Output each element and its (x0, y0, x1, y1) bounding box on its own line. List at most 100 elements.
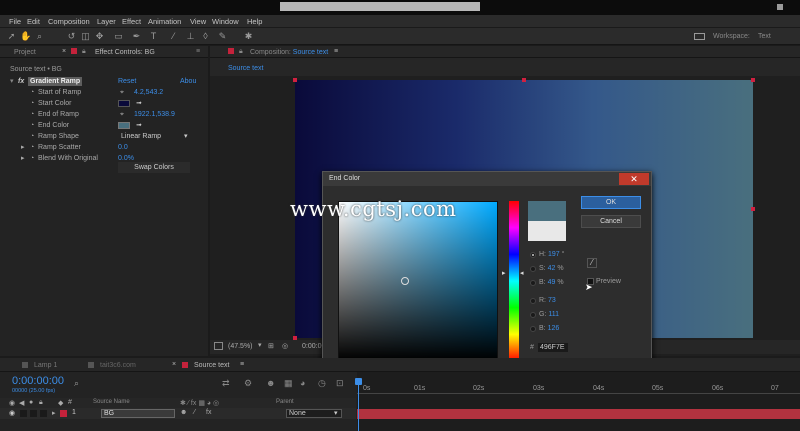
saturation-brightness-field[interactable] (338, 201, 498, 361)
tab-effect-controls[interactable]: Effect Controls: BG (95, 49, 155, 56)
layer-label-color[interactable] (60, 410, 67, 417)
cancel-button[interactable]: Cancel (581, 215, 641, 228)
radio-saturation[interactable] (530, 266, 536, 272)
solo-toggle[interactable] (30, 410, 37, 417)
draft-3d-icon[interactable]: ⚙ (244, 378, 252, 389)
expand-arrow-icon[interactable]: ▸ (52, 409, 56, 417)
hide-shy-layers-icon[interactable]: ☻ (266, 378, 275, 388)
graph-editor-icon[interactable]: ◷ (318, 378, 326, 389)
expand-arrow-icon[interactable]: ▸ (21, 153, 25, 164)
layer-handle[interactable] (522, 78, 526, 82)
radio-hue[interactable] (530, 252, 536, 258)
mask-visibility-icon[interactable]: ◎ (282, 342, 288, 350)
source-name-header[interactable]: Source Name (93, 399, 130, 405)
menu-help[interactable]: Help (247, 17, 262, 26)
workspace-value[interactable]: Text (758, 33, 771, 40)
panel-menu-icon[interactable]: ≡ (196, 48, 200, 55)
close-icon[interactable]: × (62, 48, 66, 55)
collapse-arrow-icon[interactable]: ▾ (10, 76, 14, 87)
layer-name[interactable]: BG (101, 409, 175, 418)
panel-menu-icon[interactable]: ≡ (240, 361, 244, 368)
menu-animation[interactable]: Animation (148, 17, 181, 26)
tab-secondary[interactable]: tait3c6.com (100, 362, 136, 369)
prop-value[interactable]: 0.0 (118, 142, 128, 153)
close-icon[interactable]: ✕ (619, 173, 649, 185)
roto-brush-tool-icon[interactable]: ✎ (217, 31, 228, 42)
ok-button[interactable]: OK (581, 196, 641, 209)
stopwatch-icon[interactable]: ◔ (30, 120, 34, 131)
radio-blue[interactable] (530, 326, 536, 332)
toggle-view-icon[interactable] (214, 342, 223, 350)
hue-slider-left-arrow-icon[interactable]: ▸ (502, 269, 506, 277)
eraser-tool-icon[interactable]: ◊ (200, 31, 211, 42)
quality-icon[interactable]: ⁄ (194, 409, 195, 416)
chevron-down-icon[interactable]: ▾ (184, 131, 188, 142)
layer-handle[interactable] (293, 78, 297, 82)
lock-toggle[interactable] (40, 410, 47, 417)
layer-handle[interactable] (751, 207, 755, 211)
effect-name[interactable]: Gradient Ramp (28, 77, 83, 86)
color-cursor[interactable] (401, 277, 409, 285)
brush-tool-icon[interactable]: ⁄ (168, 31, 179, 42)
hue-slider-right-arrow-icon[interactable]: ◂ (520, 269, 524, 277)
hue-slider[interactable] (509, 201, 519, 361)
layer-handle[interactable] (751, 78, 755, 82)
playhead-handle[interactable] (355, 378, 362, 385)
tab-project[interactable]: Project (14, 49, 36, 56)
clone-stamp-tool-icon[interactable]: ⊥ (185, 31, 196, 42)
reset-link[interactable]: Reset (118, 76, 136, 87)
close-icon[interactable]: × (172, 361, 176, 368)
eyedropper-icon[interactable]: ⁄ (587, 258, 597, 268)
crosshair-icon[interactable]: ⌖ (120, 109, 124, 120)
maximize-icon[interactable] (777, 4, 783, 10)
stopwatch-icon[interactable]: ◔ (30, 87, 34, 98)
tab-composition[interactable]: Composition: Source text (250, 49, 328, 56)
hand-tool-icon[interactable]: ✋ (20, 31, 31, 42)
prop-value[interactable]: 1922.1,538.9 (134, 109, 175, 120)
effects-icon[interactable]: fx (206, 409, 211, 416)
start-color-swatch[interactable] (118, 100, 130, 107)
timecode[interactable]: 0:00:00:00 (12, 375, 64, 387)
fx-icon[interactable]: fx (18, 76, 24, 87)
mask-tool-icon[interactable]: ▭ (113, 31, 124, 42)
stopwatch-icon[interactable]: ◔ (30, 98, 34, 109)
subtab-source-text[interactable]: Source text (228, 65, 263, 72)
layer-row[interactable]: ◉ ▸ 1 BG ☻ ⁄ fx None ▾ (0, 408, 356, 419)
prop-value[interactable]: 4.2,543.2 (134, 87, 163, 98)
about-link[interactable]: Abou (180, 76, 196, 87)
stopwatch-icon[interactable]: ◔ (30, 131, 34, 142)
grid-icon[interactable]: ⊞ (268, 342, 274, 350)
lock-icon[interactable]: 🔒︎ (239, 48, 243, 56)
shy-icon[interactable]: ☻ (180, 409, 187, 416)
motion-blur-icon[interactable]: ◕ (300, 378, 305, 388)
chevron-down-icon[interactable]: ▾ (334, 409, 338, 417)
stopwatch-icon[interactable]: ◔ (30, 153, 34, 164)
rotate-tool-icon[interactable]: ↺ (66, 31, 77, 42)
crosshair-icon[interactable]: ⌖ (120, 87, 124, 98)
radio-green[interactable] (530, 312, 536, 318)
stopwatch-icon[interactable]: ◔ (30, 142, 34, 153)
menu-edit[interactable]: Edit (27, 17, 40, 26)
effect-header-row[interactable]: ▾ fx Gradient Ramp Reset Abou (0, 76, 206, 87)
camera-tool-icon[interactable]: ◫ (80, 31, 91, 42)
tab-lamp[interactable]: Lamp 1 (34, 362, 57, 369)
frame-blending-icon[interactable]: ▦ (284, 378, 293, 389)
panel-menu-icon[interactable]: ≡ (334, 48, 338, 55)
pen-tool-icon[interactable]: ✒ (131, 31, 142, 42)
selection-tool-icon[interactable]: ➚ (6, 31, 17, 42)
menu-layer[interactable]: Layer (97, 17, 116, 26)
radio-brightness[interactable] (530, 280, 536, 286)
menu-window[interactable]: Window (212, 17, 239, 26)
ramp-shape-select[interactable]: Linear Ramp (121, 131, 161, 142)
eyedropper-icon[interactable]: ➟ (136, 120, 142, 131)
menu-view[interactable]: View (190, 17, 206, 26)
menu-composition[interactable]: Composition (48, 17, 90, 26)
zoom-tool-icon[interactable]: ⌕ (34, 31, 45, 42)
search-icon[interactable]: ⌕ (74, 378, 86, 388)
end-color-swatch[interactable] (118, 122, 130, 129)
radio-red[interactable] (530, 298, 536, 304)
comp-mini-flowchart-icon[interactable]: ⇄ (222, 378, 230, 389)
puppet-tool-icon[interactable]: ✱ (243, 31, 254, 42)
audio-toggle[interactable] (20, 410, 27, 417)
swap-colors-button[interactable]: Swap Colors (118, 162, 190, 173)
